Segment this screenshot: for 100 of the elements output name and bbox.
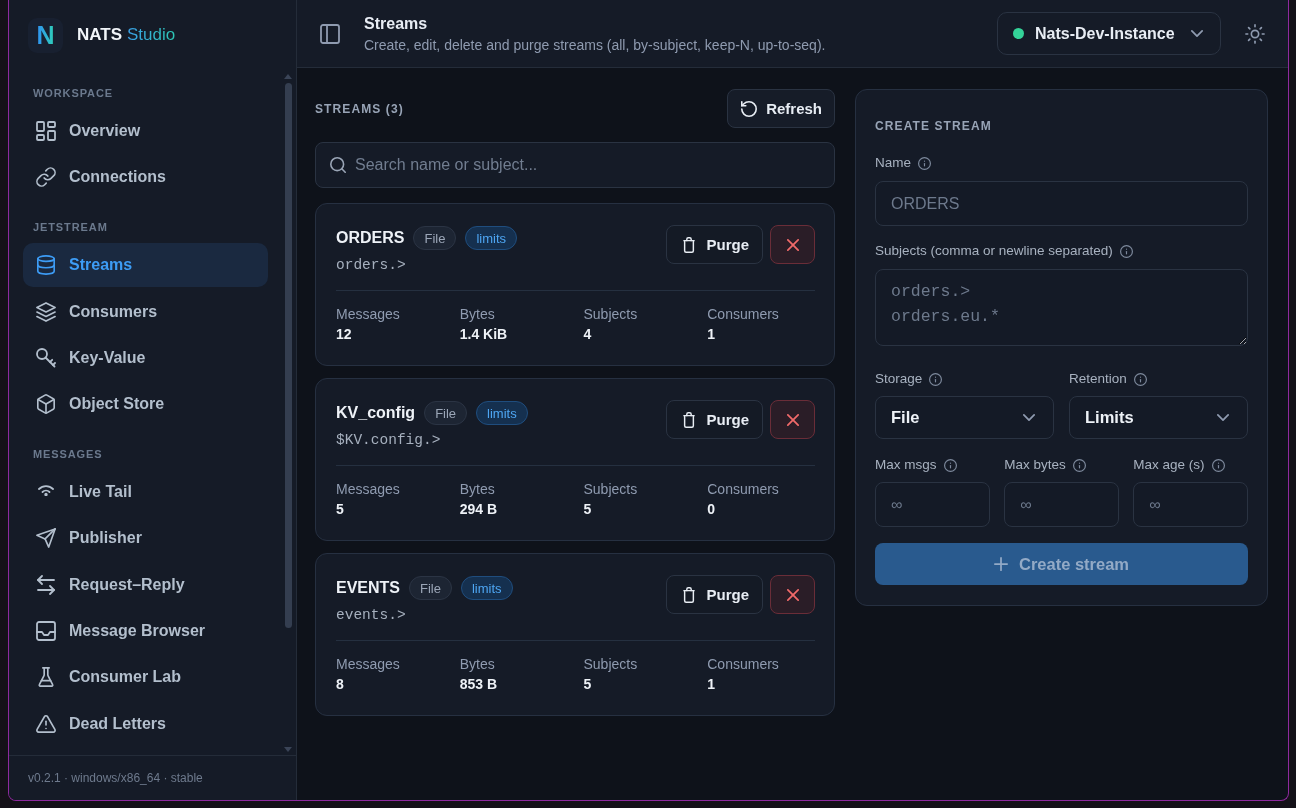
- stat-value: 5: [336, 500, 344, 518]
- plus-icon: [993, 557, 1008, 571]
- sidebar-item[interactable]: Consumers: [23, 289, 268, 334]
- stat-value: 4: [583, 325, 592, 343]
- field-label: Max msgs: [875, 456, 937, 474]
- delete-button[interactable]: [770, 225, 815, 264]
- stat-label: Messages: [336, 655, 400, 673]
- stat-value: 294 B: [459, 500, 498, 518]
- field-label: Max bytes: [1004, 456, 1066, 474]
- stream-subject: events.>: [336, 606, 406, 625]
- stat-label: Subjects: [583, 480, 638, 498]
- sidebar-item[interactable]: Connections: [23, 155, 268, 200]
- stat-value: 12: [336, 325, 352, 343]
- retention-select[interactable]: Limits: [1069, 396, 1248, 439]
- field-label: Max age (s): [1133, 456, 1205, 474]
- stream-subject: orders.>: [336, 256, 406, 275]
- field-label: Retention: [1069, 370, 1127, 388]
- sidebar-item[interactable]: Object Store: [23, 382, 268, 427]
- sidebar-item[interactable]: Message Browser: [23, 609, 268, 654]
- x-icon: [786, 588, 799, 601]
- trash-icon: [681, 411, 698, 428]
- stat-value: 0: [707, 500, 716, 518]
- stat-label: Messages: [336, 305, 400, 323]
- retention-tag: limits: [460, 576, 513, 600]
- cube-icon: [36, 394, 56, 415]
- version-text: v0.2.1 · windows/x86_64 · stable: [28, 771, 203, 785]
- field-label: Subjects (comma or newline separated): [875, 242, 1113, 260]
- purge-button[interactable]: Purge: [666, 225, 763, 264]
- link-icon: [36, 167, 56, 188]
- stat-label: Bytes: [459, 655, 495, 673]
- sidebar-item[interactable]: Streams: [23, 243, 268, 288]
- delete-button[interactable]: [770, 575, 815, 614]
- stat-value: 853 B: [459, 675, 498, 693]
- refresh-button[interactable]: Refresh: [727, 89, 835, 128]
- info-icon: [1072, 458, 1086, 472]
- sidebar-item[interactable]: Key-Value: [23, 335, 268, 380]
- connection-dropdown[interactable]: Nats-Dev-Instance: [997, 12, 1221, 55]
- storage-select[interactable]: File: [875, 396, 1054, 439]
- chevron-down-icon: [1023, 414, 1035, 421]
- sidebar-item[interactable]: Dead Letters: [23, 701, 268, 746]
- info-icon: [1211, 458, 1225, 472]
- retention-tag: limits: [476, 401, 528, 425]
- delete-button[interactable]: [770, 400, 815, 439]
- stat-value: 1: [707, 675, 716, 693]
- stream-subject: $KV.config.>: [336, 431, 441, 450]
- stat-label: Consumers: [707, 655, 779, 673]
- paper-plane-icon: [36, 528, 56, 549]
- limit-field[interactable]: ∞: [1004, 482, 1119, 527]
- info-icon: [918, 156, 931, 170]
- section-label: MESSAGES: [33, 447, 103, 462]
- sidebar-item[interactable]: Consumer Lab: [23, 655, 268, 700]
- stream-name: KV_config: [336, 404, 416, 422]
- layers-icon: [36, 301, 56, 322]
- trash-icon: [681, 236, 698, 253]
- storage-tag: File: [424, 401, 468, 425]
- stream-name: EVENTS: [336, 579, 400, 597]
- inbox-icon: [36, 621, 56, 642]
- subjects-field[interactable]: orders.> orders.eu.*: [875, 269, 1248, 346]
- field-label: Storage: [875, 370, 923, 388]
- field-label: Name: [875, 154, 911, 172]
- warning-icon: [36, 713, 56, 734]
- info-icon: [1119, 244, 1133, 258]
- refresh-icon: [741, 100, 758, 117]
- stat-label: Consumers: [707, 305, 779, 323]
- streams-heading: STREAMS (3): [315, 100, 404, 117]
- search-icon: [330, 157, 346, 173]
- purge-button[interactable]: Purge: [666, 575, 763, 614]
- sidebar-item[interactable]: Overview: [23, 109, 268, 153]
- limit-field[interactable]: ∞: [1133, 482, 1248, 527]
- sidebar-item[interactable]: Publisher: [23, 516, 268, 561]
- section-label: JETSTREAM: [33, 220, 108, 235]
- theme-toggle-button[interactable]: [1245, 23, 1265, 44]
- search-field[interactable]: Search name or subject...: [315, 142, 835, 188]
- info-icon: [1133, 372, 1147, 386]
- sidebar-item[interactable]: Request–Reply: [23, 562, 268, 607]
- sun-icon: [1245, 23, 1265, 44]
- chevron-down-icon: [1217, 414, 1229, 421]
- sidebar-toggle-button[interactable]: [320, 23, 340, 44]
- key-icon: [36, 347, 56, 368]
- page-subtitle: Create, edit, delete and purge streams (all, by-subject, keep-N, up-to-seq).: [364, 35, 826, 54]
- storage-tag: File: [413, 226, 457, 250]
- app-name: NATS: [77, 25, 122, 45]
- page-title: Streams: [364, 13, 428, 34]
- name-field[interactable]: ORDERS: [875, 181, 1248, 226]
- scrollbar-thumb[interactable]: [285, 83, 292, 628]
- stat-label: Bytes: [459, 480, 495, 498]
- stat-value: 8: [336, 675, 344, 693]
- signal-waves-icon: [38, 484, 54, 497]
- stat-label: Messages: [336, 480, 400, 498]
- section-label: WORKSPACE: [33, 86, 113, 100]
- limit-field[interactable]: ∞: [875, 482, 990, 527]
- chevron-down-icon: [1191, 30, 1203, 37]
- sidebar-item[interactable]: Live Tail: [23, 470, 268, 515]
- flask-icon: [36, 667, 56, 688]
- purge-button[interactable]: Purge: [666, 400, 763, 439]
- stat-label: Subjects: [583, 655, 638, 673]
- stat-value: 1.4 KiB: [459, 325, 508, 343]
- stat-label: Subjects: [583, 305, 638, 323]
- trash-icon: [681, 586, 698, 603]
- stat-value: 5: [583, 500, 592, 518]
